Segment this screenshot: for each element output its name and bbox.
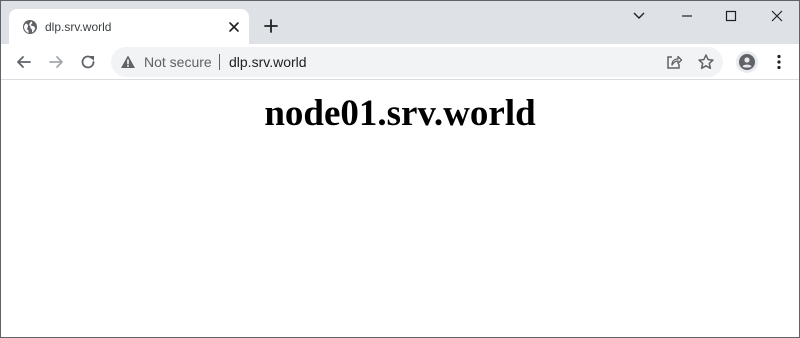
new-tab-button[interactable]	[261, 16, 281, 36]
minimize-icon[interactable]	[677, 7, 697, 25]
page-content: node01.srv.world	[1, 81, 799, 337]
url-text[interactable]: dlp.srv.world	[229, 54, 307, 70]
browser-window: dlp.srv.world Not secure dlp.srv.world n…	[0, 0, 800, 338]
warning-icon[interactable]	[120, 54, 136, 70]
more-menu-icon[interactable]	[769, 52, 789, 72]
address-bar[interactable]: Not secure dlp.srv.world	[111, 47, 723, 77]
bookmark-star-icon[interactable]	[697, 53, 715, 71]
maximize-icon[interactable]	[721, 7, 741, 25]
back-arrow-icon[interactable]	[14, 52, 34, 72]
profile-avatar-icon[interactable]	[736, 51, 758, 73]
page-heading: node01.srv.world	[264, 93, 536, 134]
tab-search-chevron-icon[interactable]	[629, 7, 649, 25]
close-window-icon[interactable]	[767, 7, 787, 25]
close-tab-icon[interactable]	[226, 19, 242, 35]
forward-arrow-icon[interactable]	[46, 52, 66, 72]
security-status[interactable]: Not secure	[144, 54, 212, 70]
globe-icon	[23, 20, 37, 34]
tab-active[interactable]: dlp.srv.world	[9, 9, 249, 44]
toolbar: Not secure dlp.srv.world	[1, 44, 799, 80]
tab-strip: dlp.srv.world	[1, 1, 799, 44]
share-icon[interactable]	[665, 53, 683, 71]
tab-title: dlp.srv.world	[45, 20, 112, 34]
separator	[219, 54, 220, 70]
reload-icon[interactable]	[78, 52, 98, 72]
